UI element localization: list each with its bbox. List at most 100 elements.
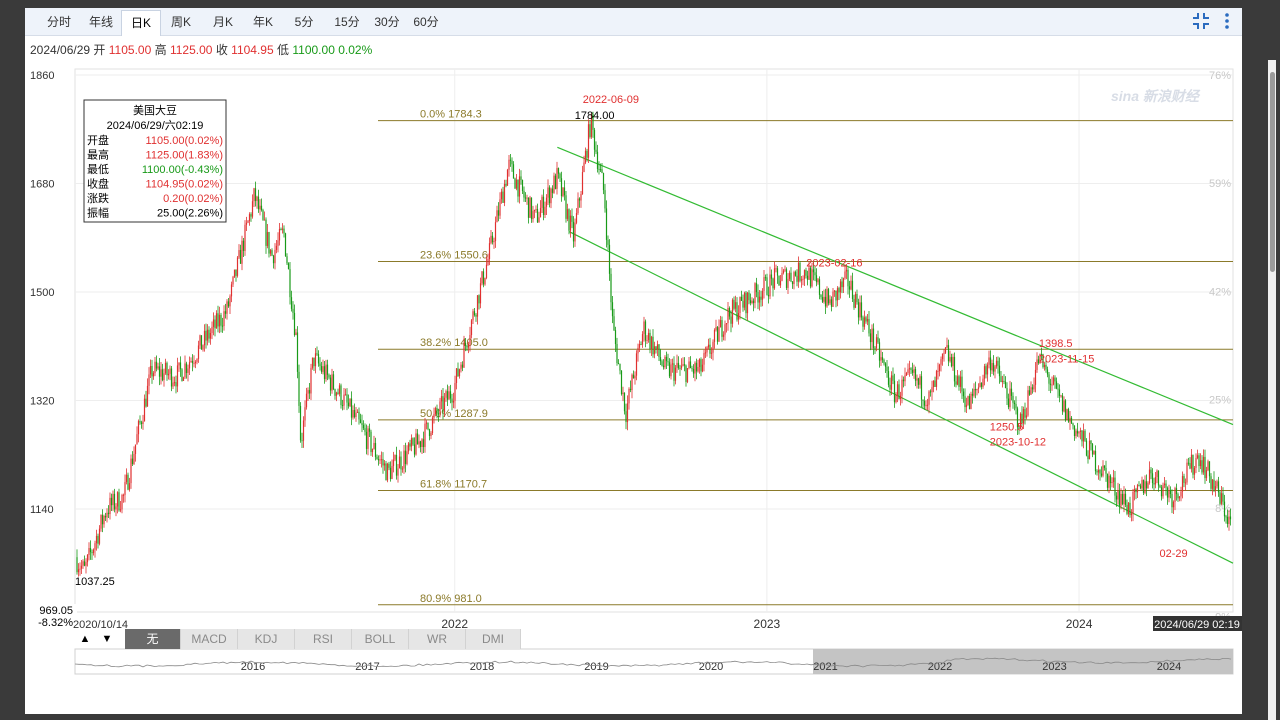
candle-body [860, 302, 863, 318]
candle-body [898, 384, 900, 399]
indicator-none[interactable]: 无 [125, 629, 181, 649]
kline-chart[interactable]: 1860168015001320114076%59%42%25%8%-9%202… [25, 8, 1242, 714]
candle-body [668, 362, 671, 377]
indicator-wr[interactable]: WR [409, 629, 466, 649]
candle-body [608, 244, 611, 274]
candle-body [385, 463, 387, 481]
candle-body [572, 221, 575, 242]
candle-body [1075, 430, 1077, 437]
candle-body [248, 214, 251, 221]
candle-body [662, 365, 665, 368]
candle-body [416, 433, 419, 445]
candle-body [1213, 479, 1215, 491]
candle-body [698, 359, 701, 367]
candle-body [787, 278, 789, 288]
candle-body [538, 217, 540, 223]
candle-body [923, 400, 926, 406]
candle-body [671, 363, 674, 365]
candle-body [1199, 460, 1202, 467]
x-tick-label: 2024 [1066, 617, 1093, 631]
candle-body [140, 422, 143, 424]
window-top-strip [0, 0, 1280, 8]
candle-body [851, 280, 854, 299]
candle-body [1063, 400, 1065, 412]
candle-body [133, 453, 135, 464]
scroll-up-arrow[interactable]: ▲ [75, 629, 95, 649]
candle-body [325, 364, 327, 380]
candle-body [502, 191, 504, 203]
candle-body [389, 467, 392, 480]
candle-body [871, 328, 873, 343]
candle-body [658, 344, 660, 358]
candle-body [721, 320, 723, 337]
candle-body [605, 208, 608, 240]
candle-body [1087, 455, 1089, 460]
candle-body [148, 374, 150, 386]
candle-body [1069, 417, 1071, 422]
candle-body [241, 240, 243, 264]
candle-body [691, 368, 693, 370]
indicator-rsi[interactable]: RSI [295, 629, 352, 649]
candle-body [155, 361, 158, 369]
candle-body [722, 334, 725, 337]
candle-body [893, 380, 896, 403]
candle-body [254, 188, 257, 201]
y-tick-label: 1320 [30, 395, 54, 407]
candle-body [166, 362, 168, 376]
candle-body [749, 300, 752, 303]
indicator-boll[interactable]: BOLL [352, 629, 409, 649]
scrollbar-thumb[interactable] [1270, 72, 1275, 272]
candle-body [832, 291, 834, 307]
candle-body [583, 162, 585, 173]
indicator-macd[interactable]: MACD [181, 629, 238, 649]
tooltip-row-value: 0.20(0.02%) [163, 193, 223, 205]
candle-body [373, 442, 375, 449]
scroll-down-arrow[interactable]: ▼ [97, 629, 117, 649]
candle-body [113, 493, 116, 510]
candle-body [674, 367, 677, 381]
candle-body [1205, 470, 1208, 479]
candle-body [692, 368, 695, 374]
candle-body [779, 280, 782, 286]
candle-body [1130, 513, 1133, 516]
candle-body [455, 368, 458, 384]
candle-body [235, 269, 237, 276]
candle-body [710, 352, 713, 354]
candle-body [622, 392, 624, 395]
candle-body [578, 198, 581, 201]
candle-body [829, 299, 831, 304]
candle-body [778, 275, 780, 286]
candle-body [838, 288, 840, 293]
candle-body [1034, 369, 1037, 385]
candle-body [890, 375, 893, 390]
candle-body [676, 362, 678, 368]
candle-body [712, 341, 714, 353]
candle-body [320, 366, 323, 372]
candle-body [878, 342, 881, 361]
candle-body [1079, 430, 1082, 432]
candle-body [1106, 473, 1109, 488]
candle-body [154, 361, 156, 374]
candle-body [1088, 440, 1091, 460]
indicator-kdj[interactable]: KDJ [238, 629, 295, 649]
candle-body [1112, 477, 1115, 483]
candle-body [338, 385, 341, 394]
tooltip-row-value: 1104.95(0.02%) [146, 179, 223, 191]
candle-body [545, 197, 548, 207]
candle-body [835, 290, 837, 301]
candle-body [559, 173, 561, 179]
candle-body [1090, 440, 1092, 444]
candle-body [1141, 479, 1143, 489]
candle-body [1223, 501, 1226, 517]
candle-body [185, 363, 188, 373]
candle-body [743, 292, 746, 308]
candle-body [869, 333, 872, 343]
candle-body [740, 296, 743, 301]
candle-body [1117, 490, 1119, 500]
candle-body [695, 362, 698, 372]
candle-body [131, 458, 134, 464]
candle-body [383, 463, 386, 466]
indicator-dmi[interactable]: DMI [466, 629, 521, 649]
candle-body [637, 347, 639, 354]
candle-body [524, 197, 527, 199]
